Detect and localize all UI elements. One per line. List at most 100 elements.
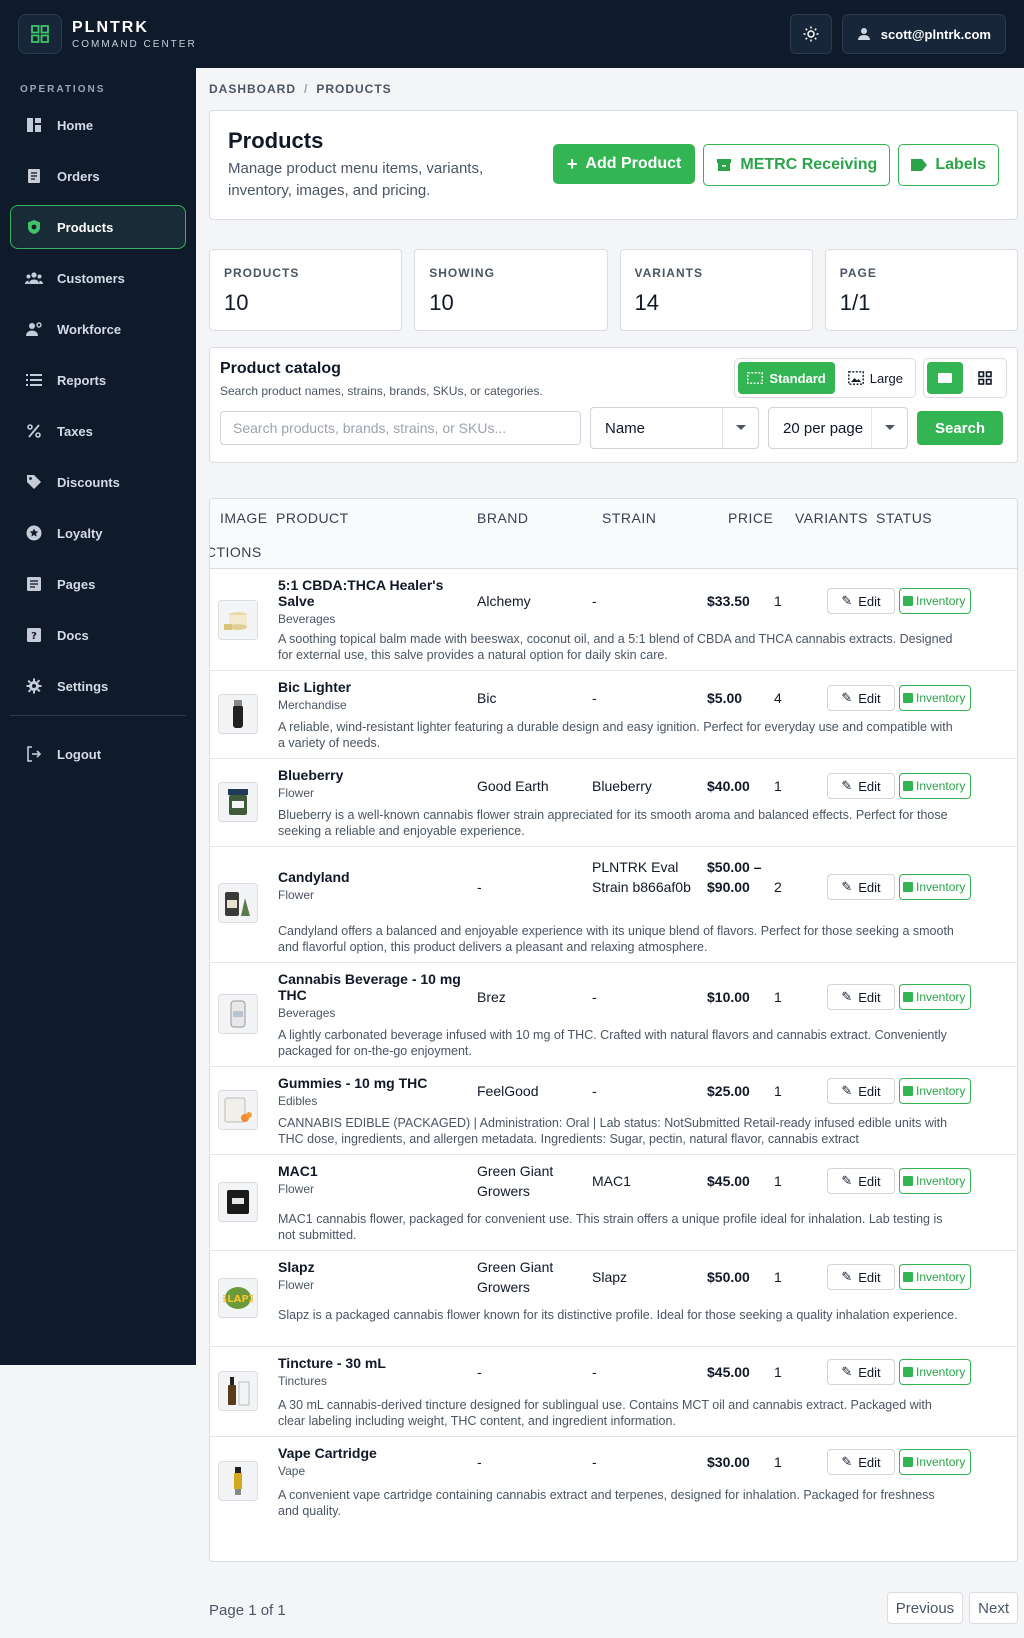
inventory-button[interactable]: Inventory	[899, 1078, 971, 1104]
edit-button[interactable]: ✎ Edit	[827, 984, 895, 1010]
product-name[interactable]: Slapz Flower	[278, 1259, 468, 1293]
product-description: CANNABIS EDIBLE (PACKAGED) | Administrat…	[278, 1116, 948, 1146]
breadcrumb-dashboard[interactable]: DASHBOARD	[209, 82, 296, 96]
list-layout-button[interactable]	[927, 362, 963, 394]
labels-button[interactable]: Labels	[898, 144, 999, 186]
stat-value: 1/1	[839, 290, 871, 315]
column-status: STATUS	[876, 510, 933, 526]
product-brand: -	[477, 879, 482, 895]
product-variants: 1	[774, 1083, 782, 1099]
previous-page-button[interactable]: Previous	[886, 1592, 964, 1624]
logout-button[interactable]: Logout	[10, 732, 186, 776]
column-actions: ACTIONS	[210, 544, 262, 560]
product-name[interactable]: Gummies - 10 mg THC Edibles	[278, 1075, 468, 1109]
edit-button[interactable]: ✎ Edit	[827, 773, 895, 799]
product-thumbnail[interactable]	[218, 600, 258, 640]
metrc-receiving-button[interactable]: METRC Receiving	[703, 144, 891, 186]
sidebar-item-settings[interactable]: Settings	[10, 664, 186, 708]
sort-select[interactable]: Name	[590, 407, 759, 449]
inventory-button[interactable]: Inventory	[899, 1168, 971, 1194]
product-price: $50.00 – $90.00	[707, 859, 762, 895]
per-page-select[interactable]: 20 per page	[768, 407, 908, 449]
sidebar-item-customers[interactable]: Customers	[10, 256, 186, 300]
next-page-button[interactable]: Next	[969, 1592, 1018, 1624]
sidebar-item-pages[interactable]: Pages	[10, 562, 186, 606]
search-button[interactable]: Search	[917, 411, 1003, 445]
product-variants: 1	[774, 778, 782, 794]
grid-logo-icon[interactable]	[18, 14, 62, 54]
product-name[interactable]: Tincture - 30 mL Tinctures	[278, 1355, 468, 1389]
product-price: $50.00	[707, 1269, 750, 1285]
edit-button[interactable]: ✎ Edit	[827, 1264, 895, 1290]
sidebar: OPERATIONS Home Orders Products Customer…	[0, 68, 196, 1365]
inventory-button[interactable]: Inventory	[899, 685, 971, 711]
product-name[interactable]: Vape Cartridge Vape	[278, 1445, 468, 1479]
product-thumbnail[interactable]: SLAPZ	[218, 1278, 258, 1318]
box-icon	[903, 1457, 913, 1467]
product-thumbnail[interactable]	[218, 1090, 258, 1130]
product-brand: Green Giant Growers	[477, 1259, 554, 1295]
product-strain: -	[592, 989, 597, 1005]
stat-showing: SHOWING 10	[414, 249, 608, 331]
pencil-icon: ✎	[841, 989, 853, 1004]
product-description: Blueberry is a well-known cannabis flowe…	[278, 808, 948, 838]
product-thumbnail[interactable]	[218, 994, 258, 1034]
inventory-button[interactable]: Inventory	[899, 1359, 971, 1385]
column-brand: BRAND	[477, 510, 529, 526]
box-icon	[903, 1272, 913, 1282]
grid-layout-button[interactable]	[967, 362, 1003, 394]
user-email: scott@plntrk.com	[880, 26, 991, 42]
inventory-button[interactable]: Inventory	[899, 1264, 971, 1290]
product-thumbnail[interactable]	[218, 694, 258, 734]
sidebar-item-workforce[interactable]: Workforce	[10, 307, 186, 351]
view-size-toggle: Standard Large	[734, 358, 916, 398]
user-menu-button[interactable]: scott@plntrk.com	[841, 14, 1006, 54]
sidebar-item-discounts[interactable]: Discounts	[10, 460, 186, 504]
view-standard-button[interactable]: Standard	[738, 362, 835, 394]
plus-icon: +	[566, 153, 578, 174]
sidebar-item-taxes[interactable]: Taxes	[10, 409, 186, 453]
products-icon	[25, 218, 43, 236]
edit-button[interactable]: ✎ Edit	[827, 1449, 895, 1475]
inventory-button[interactable]: Inventory	[899, 1449, 971, 1475]
search-input[interactable]	[220, 411, 581, 445]
product-category: Vape	[278, 1464, 306, 1478]
sidebar-item-reports[interactable]: Reports	[10, 358, 186, 402]
view-large-button[interactable]: Large	[838, 362, 912, 394]
sidebar-item-loyalty[interactable]: Loyalty	[10, 511, 186, 555]
product-thumbnail[interactable]	[218, 782, 258, 822]
product-name[interactable]: Cannabis Beverage - 10 mg THC Beverages	[278, 971, 468, 1021]
product-thumbnail[interactable]	[218, 1371, 258, 1411]
inventory-button[interactable]: Inventory	[899, 588, 971, 614]
lighter-icon	[233, 700, 243, 728]
column-image: IMAGE	[220, 510, 268, 526]
product-name[interactable]: Blueberry Flower	[278, 767, 468, 801]
edit-button[interactable]: ✎ Edit	[827, 1168, 895, 1194]
inventory-button[interactable]: Inventory	[899, 773, 971, 799]
add-product-button[interactable]: + Add Product	[552, 144, 696, 184]
product-name[interactable]: 5:1 CBDA:THCA Healer's Salve Beverages	[278, 577, 468, 627]
product-thumbnail[interactable]	[218, 1461, 258, 1501]
reports-icon	[25, 371, 43, 389]
edit-button[interactable]: ✎ Edit	[827, 1078, 895, 1104]
sidebar-item-orders[interactable]: Orders	[10, 154, 186, 198]
inventory-button[interactable]: Inventory	[899, 984, 971, 1010]
product-name[interactable]: Bic Lighter Merchandise	[278, 679, 468, 713]
inventory-button[interactable]: Inventory	[899, 874, 971, 900]
edit-button[interactable]: ✎ Edit	[827, 588, 895, 614]
product-thumbnail[interactable]	[218, 1182, 258, 1222]
product-price: $45.00	[707, 1173, 750, 1189]
edit-button[interactable]: ✎ Edit	[827, 874, 895, 900]
edit-button[interactable]: ✎ Edit	[827, 1359, 895, 1385]
theme-toggle-button[interactable]	[789, 14, 832, 54]
tincture-bottle-icon	[228, 1377, 250, 1406]
sidebar-item-home[interactable]: Home	[10, 103, 186, 147]
sidebar-item-docs[interactable]: ? Docs	[10, 613, 186, 657]
edit-button[interactable]: ✎ Edit	[827, 685, 895, 711]
product-name[interactable]: Candyland Flower	[278, 869, 468, 903]
product-name[interactable]: MAC1 Flower	[278, 1163, 468, 1197]
sidebar-divider	[10, 715, 186, 716]
product-brand: Bic	[477, 690, 497, 706]
product-thumbnail[interactable]	[218, 883, 258, 923]
sidebar-item-products[interactable]: Products	[10, 205, 186, 249]
